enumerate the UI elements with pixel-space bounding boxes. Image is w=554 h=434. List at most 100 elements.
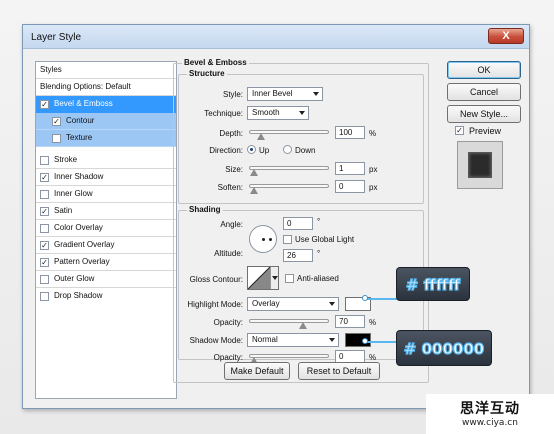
chevron-down-icon bbox=[329, 302, 335, 306]
style-item-outer-glow[interactable]: Outer Glow bbox=[36, 271, 176, 288]
make-default-button[interactable]: Make Default bbox=[224, 362, 290, 380]
shadow-callout-connector bbox=[366, 341, 398, 343]
soften-input[interactable]: 0 bbox=[335, 180, 365, 193]
shadow-mode-value: Normal bbox=[252, 335, 278, 344]
bevel-style-dropdown[interactable]: Inner Bevel bbox=[247, 87, 323, 101]
highlight-opacity-unit: % bbox=[369, 318, 377, 327]
inner-glow-checkbox[interactable] bbox=[40, 190, 49, 199]
inner-shadow-checkbox[interactable]: ✓ bbox=[40, 173, 49, 182]
anti-aliased-label: Anti-aliased bbox=[297, 274, 339, 283]
size-input[interactable]: 1 bbox=[335, 162, 365, 175]
style-item-label: Drop Shadow bbox=[54, 291, 103, 300]
highlight-opacity-slider-thumb[interactable] bbox=[299, 322, 307, 329]
structure-group: Structure Style: Inner Bevel Technique: … bbox=[178, 69, 424, 204]
chevron-down-icon bbox=[313, 92, 319, 96]
contour-linear-icon bbox=[248, 267, 270, 289]
size-slider-track[interactable] bbox=[249, 166, 329, 176]
style-item-label: Inner Glow bbox=[54, 189, 93, 198]
highlight-opacity-slider-track[interactable] bbox=[249, 319, 329, 329]
style-item-inner-shadow[interactable]: ✓ Inner Shadow bbox=[36, 169, 176, 186]
style-item-label: Contour bbox=[66, 116, 95, 125]
direction-down-radio[interactable] bbox=[283, 145, 292, 154]
direction-up-radio[interactable] bbox=[247, 145, 256, 154]
preview-label: Preview bbox=[469, 126, 502, 136]
style-item-label: Inner Shadow bbox=[54, 172, 104, 181]
bevel-style-value: Inner Bevel bbox=[252, 89, 293, 98]
drop-shadow-checkbox[interactable] bbox=[40, 292, 49, 301]
anti-aliased-checkbox[interactable] bbox=[285, 274, 294, 283]
preview-swatch bbox=[468, 152, 492, 178]
style-item-drop-shadow[interactable]: Drop Shadow bbox=[36, 288, 176, 305]
highlight-mode-dropdown[interactable]: Overlay bbox=[247, 297, 339, 311]
styles-list-panel: Styles Blending Options: Default ✓ Bevel… bbox=[35, 61, 177, 399]
bevel-emboss-title: Bevel & Emboss bbox=[182, 58, 249, 67]
preview-checkbox[interactable]: ✓ bbox=[455, 126, 464, 135]
altitude-input[interactable]: 26 bbox=[283, 249, 313, 262]
reset-to-default-button[interactable]: Reset to Default bbox=[298, 362, 380, 380]
technique-dropdown[interactable]: Smooth bbox=[247, 106, 309, 120]
shadow-opacity-slider-track[interactable] bbox=[249, 354, 329, 364]
stroke-checkbox[interactable] bbox=[40, 156, 49, 165]
style-item-pattern-overlay[interactable]: ✓ Pattern Overlay bbox=[36, 254, 176, 271]
satin-checkbox[interactable]: ✓ bbox=[40, 207, 49, 216]
pattern-overlay-checkbox[interactable]: ✓ bbox=[40, 258, 49, 267]
depth-label: Depth: bbox=[219, 129, 243, 138]
close-button[interactable]: X bbox=[488, 28, 524, 44]
new-style-button[interactable]: New Style... bbox=[447, 105, 521, 123]
shading-legend: Shading bbox=[187, 205, 223, 214]
highlight-hex-text: # ffffff bbox=[405, 275, 461, 294]
gloss-contour-dropdown[interactable] bbox=[270, 267, 278, 289]
shading-group: Shading Angle: 0 ° Use Global Light Alti… bbox=[178, 205, 424, 364]
angle-dial-marker bbox=[269, 238, 272, 241]
watermark-url: www.ciya.cn bbox=[462, 418, 518, 428]
angle-input[interactable]: 0 bbox=[283, 217, 313, 230]
texture-checkbox[interactable] bbox=[52, 134, 61, 143]
style-item-stroke[interactable]: Stroke bbox=[36, 152, 176, 169]
style-item-color-overlay[interactable]: Color Overlay bbox=[36, 220, 176, 237]
style-item-contour[interactable]: ✓ Contour bbox=[36, 113, 176, 130]
highlight-opacity-input[interactable]: 70 bbox=[335, 315, 365, 328]
gradient-overlay-checkbox[interactable]: ✓ bbox=[40, 241, 49, 250]
cancel-button[interactable]: Cancel bbox=[447, 83, 521, 101]
shadow-mode-dropdown[interactable]: Normal bbox=[247, 333, 339, 347]
global-light-checkbox[interactable] bbox=[283, 235, 292, 244]
highlight-mode-label: Highlight Mode: bbox=[187, 300, 243, 309]
technique-value: Smooth bbox=[252, 108, 280, 117]
color-overlay-checkbox[interactable] bbox=[40, 224, 49, 233]
style-item-label: Outer Glow bbox=[54, 274, 95, 283]
style-item-label: Stroke bbox=[54, 155, 78, 164]
watermark: 思洋互动 www.ciya.cn bbox=[426, 394, 554, 434]
soften-slider-track[interactable] bbox=[249, 184, 329, 194]
depth-unit: % bbox=[369, 129, 377, 138]
highlight-mode-value: Overlay bbox=[252, 299, 280, 308]
outer-glow-checkbox[interactable] bbox=[40, 275, 49, 284]
depth-slider-thumb[interactable] bbox=[257, 133, 265, 140]
depth-input[interactable]: 100 bbox=[335, 126, 365, 139]
style-item-texture[interactable]: Texture bbox=[36, 130, 176, 147]
contour-checkbox[interactable]: ✓ bbox=[52, 117, 61, 126]
style-label: Style: bbox=[222, 90, 243, 99]
style-item-satin[interactable]: ✓ Satin bbox=[36, 203, 176, 220]
style-item-bevel-emboss[interactable]: ✓ Bevel & Emboss bbox=[36, 96, 176, 113]
shadow-hex-callout: # 000000 bbox=[396, 330, 492, 366]
title-bar[interactable]: Layer Style X bbox=[23, 25, 529, 49]
gloss-contour-picker[interactable] bbox=[247, 266, 279, 290]
style-item-inner-glow[interactable]: Inner Glow bbox=[36, 186, 176, 203]
size-slider-thumb[interactable] bbox=[250, 169, 258, 176]
preview-thumbnail bbox=[457, 141, 503, 189]
depth-slider-track[interactable] bbox=[249, 130, 329, 140]
style-item-label: Gradient Overlay bbox=[54, 240, 115, 249]
ok-button[interactable]: OK bbox=[447, 61, 521, 79]
styles-header[interactable]: Styles bbox=[36, 62, 176, 79]
structure-legend: Structure bbox=[187, 69, 227, 78]
bevel-emboss-group: Bevel & Emboss Structure Style: Inner Be… bbox=[173, 58, 429, 383]
direction-down-label: Down bbox=[295, 146, 316, 155]
soften-slider-thumb[interactable] bbox=[250, 187, 258, 194]
soften-label: Soften: bbox=[217, 183, 243, 192]
bevel-emboss-checkbox[interactable]: ✓ bbox=[40, 100, 49, 109]
blending-options-item[interactable]: Blending Options: Default bbox=[36, 79, 176, 96]
style-item-gradient-overlay[interactable]: ✓ Gradient Overlay bbox=[36, 237, 176, 254]
style-item-label: Bevel & Emboss bbox=[54, 99, 113, 108]
soften-unit: px bbox=[369, 183, 378, 192]
angle-dial[interactable] bbox=[249, 225, 277, 253]
